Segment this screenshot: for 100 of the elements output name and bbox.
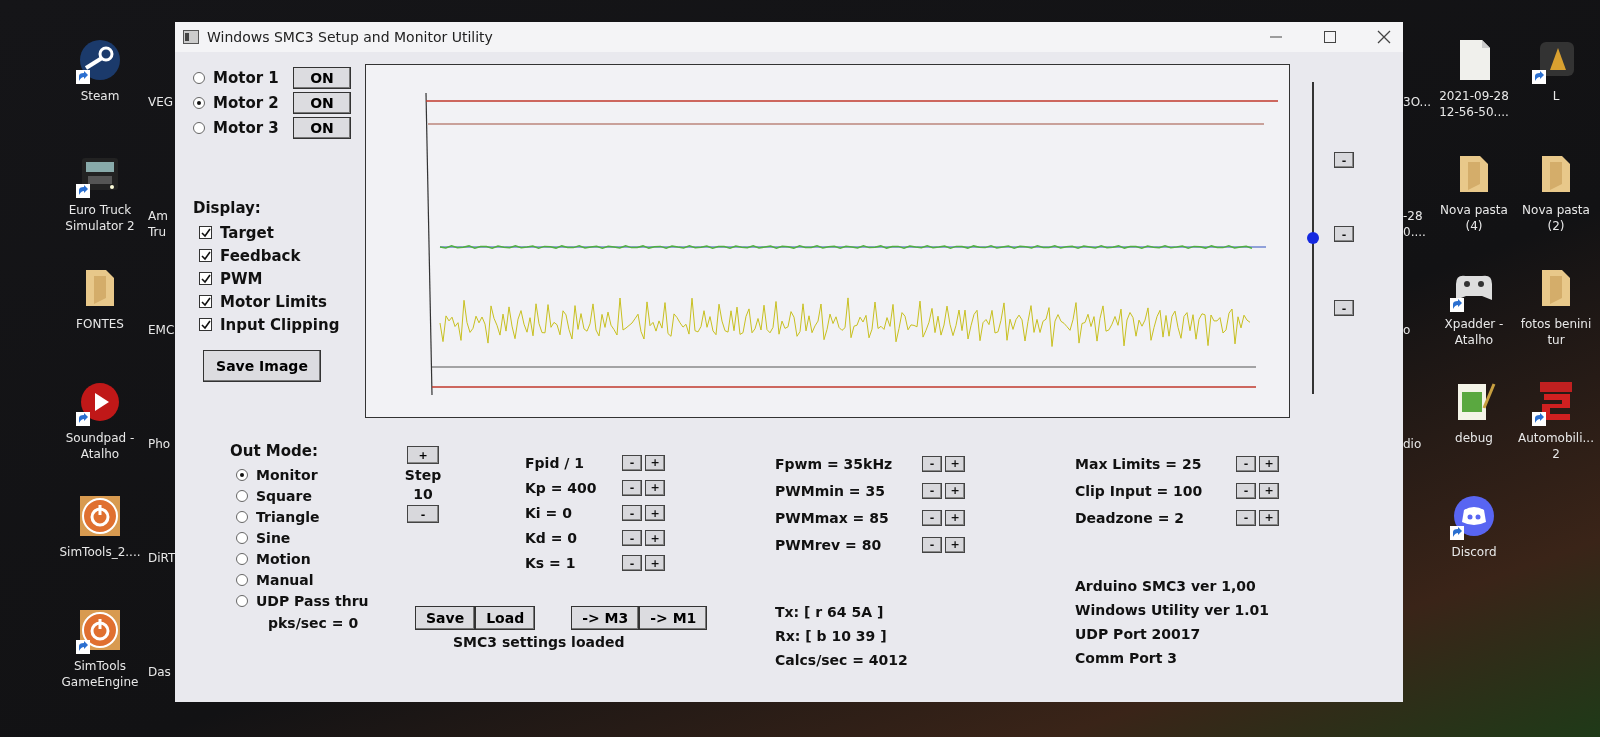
save-image-button[interactable]: Save Image: [203, 350, 321, 382]
radio-label[interactable]: Triangle: [256, 508, 320, 525]
checkbox[interactable]: [199, 226, 212, 239]
close-icon[interactable]: [1377, 30, 1391, 44]
desktop-icon-label[interactable]: L: [1552, 88, 1560, 105]
radio-button[interactable]: [193, 96, 205, 109]
parameter-label: Fpwm = 35kHz: [775, 455, 894, 472]
radio-label[interactable]: Motor 1: [213, 68, 285, 87]
radio-button[interactable]: [236, 468, 248, 481]
radio-label[interactable]: Motor 3: [213, 118, 285, 137]
copy-settings-button[interactable]: -> M1: [639, 606, 708, 630]
decrease-button[interactable]: -: [1236, 482, 1256, 499]
increase-button[interactable]: +: [645, 505, 665, 521]
desktop-icon-label[interactable]: SimTools GameEngine: [52, 658, 148, 691]
checkbox[interactable]: [199, 272, 212, 285]
decrease-button[interactable]: -: [622, 555, 642, 572]
decrease-button[interactable]: -: [1236, 455, 1256, 472]
step-increase-button[interactable]: +: [407, 446, 439, 464]
decrease-button[interactable]: -: [922, 536, 942, 553]
checkbox-label[interactable]: Motor Limits: [220, 292, 327, 311]
communication-readout: Rx: [ b 10 39 ]: [775, 628, 888, 644]
increase-button[interactable]: +: [645, 479, 665, 496]
file-button[interactable]: Save: [415, 606, 476, 630]
desktop-icon-label[interactable]: DiRT: [148, 550, 176, 567]
radio-button[interactable]: [236, 510, 248, 523]
desktop-icon-label[interactable]: Das: [148, 664, 171, 681]
motor-on-button[interactable]: ON: [293, 116, 351, 139]
increase-button[interactable]: +: [945, 455, 965, 472]
radio-button[interactable]: [236, 531, 248, 544]
maximize-icon[interactable]: [1323, 30, 1337, 44]
radio-label[interactable]: Motor 2: [213, 93, 285, 112]
desktop-icon-label[interactable]: Pho: [148, 436, 171, 453]
desktop-icon-label[interactable]: SimTools_2....: [59, 544, 141, 561]
increase-button[interactable]: +: [1259, 482, 1279, 499]
checkbox[interactable]: [199, 249, 212, 262]
radio-button[interactable]: [236, 573, 248, 586]
radio-button[interactable]: [236, 489, 248, 502]
scale-button[interactable]: -: [1334, 300, 1354, 316]
motor-on-button[interactable]: ON: [293, 66, 351, 89]
decrease-button[interactable]: -: [922, 482, 942, 499]
desktop-icon-label[interactable]: Euro Truck Simulator 2: [52, 202, 148, 235]
decrease-button[interactable]: -: [1236, 509, 1256, 526]
desktop-icon-label[interactable]: Discord: [1451, 544, 1497, 561]
increase-button[interactable]: +: [945, 536, 965, 553]
desktop-icon-label[interactable]: 3O...: [1403, 94, 1432, 111]
decrease-button[interactable]: -: [622, 505, 642, 521]
desktop-icon-label[interactable]: VEG: [148, 94, 174, 111]
radio-label[interactable]: Manual: [256, 571, 314, 588]
increase-button[interactable]: +: [945, 482, 965, 499]
slider-thumb[interactable]: [1307, 232, 1319, 244]
desktop-icon-label[interactable]: Steam: [80, 88, 120, 105]
copy-settings-button[interactable]: -> M3: [571, 606, 640, 630]
scale-button[interactable]: -: [1334, 226, 1354, 242]
increase-button[interactable]: +: [1259, 455, 1279, 472]
desktop-icon-label[interactable]: o: [1403, 322, 1411, 339]
radio-label[interactable]: Monitor: [256, 466, 318, 483]
desktop-icon-label[interactable]: debug: [1455, 430, 1493, 447]
checkbox-label[interactable]: PWM: [220, 269, 263, 288]
checkbox[interactable]: [199, 295, 212, 308]
desktop-icon-label[interactable]: -28 0....: [1403, 208, 1433, 241]
radio-label[interactable]: Sine: [256, 529, 291, 546]
increase-button[interactable]: +: [645, 530, 665, 547]
increase-button[interactable]: +: [1259, 509, 1279, 526]
radio-label[interactable]: Motion: [256, 550, 311, 567]
radio-button[interactable]: [193, 121, 205, 134]
decrease-button[interactable]: -: [622, 454, 642, 471]
decrease-button[interactable]: -: [922, 509, 942, 526]
radio-button[interactable]: [193, 71, 205, 84]
checkbox[interactable]: [199, 318, 212, 331]
step-decrease-button[interactable]: -: [407, 505, 439, 523]
desktop-icon-label[interactable]: EMC: [148, 322, 175, 339]
desktop-icon-label[interactable]: Nova pasta (4): [1433, 202, 1515, 235]
decrease-button[interactable]: -: [622, 530, 642, 547]
increase-button[interactable]: +: [945, 509, 965, 526]
desktop-icon-label[interactable]: Nova pasta (2): [1515, 202, 1597, 235]
checkbox-label[interactable]: Target: [220, 223, 274, 242]
decrease-button[interactable]: -: [922, 455, 942, 472]
motor-on-button[interactable]: ON: [293, 91, 351, 114]
desktop-icon-label[interactable]: Am Tru: [148, 208, 175, 241]
checkbox-label[interactable]: Input Clipping: [220, 315, 340, 334]
desktop-icon-label[interactable]: Xpadder - Atalho: [1433, 316, 1515, 349]
desktop-icon-label[interactable]: dio: [1403, 436, 1422, 453]
radio-label[interactable]: Square: [256, 487, 312, 504]
parameter-label: Ki = 0: [525, 505, 573, 521]
desktop-icon-label[interactable]: FONTES: [76, 316, 124, 333]
radio-button[interactable]: [236, 552, 248, 565]
checkbox-label[interactable]: Feedback: [220, 246, 301, 265]
increase-button[interactable]: +: [645, 555, 665, 572]
scale-button[interactable]: -: [1334, 152, 1354, 168]
desktop-icon-label[interactable]: Automobili... 2: [1515, 430, 1597, 463]
radio-button[interactable]: [236, 594, 248, 607]
increase-button[interactable]: +: [645, 454, 665, 471]
communication-readout: Tx: [ r 64 5A ]: [775, 604, 885, 620]
parameter-label: Deadzone = 2: [1075, 509, 1186, 526]
desktop-icon-label[interactable]: 2021-09-28 12-56-50....: [1433, 88, 1515, 121]
desktop-icon-label[interactable]: Soundpad - Atalho: [52, 430, 148, 463]
decrease-button[interactable]: -: [622, 479, 642, 496]
desktop-icon-label[interactable]: fotos benini tur: [1515, 316, 1597, 349]
file-button[interactable]: Load: [475, 606, 536, 630]
radio-label[interactable]: UDP Pass thru: [256, 592, 369, 609]
